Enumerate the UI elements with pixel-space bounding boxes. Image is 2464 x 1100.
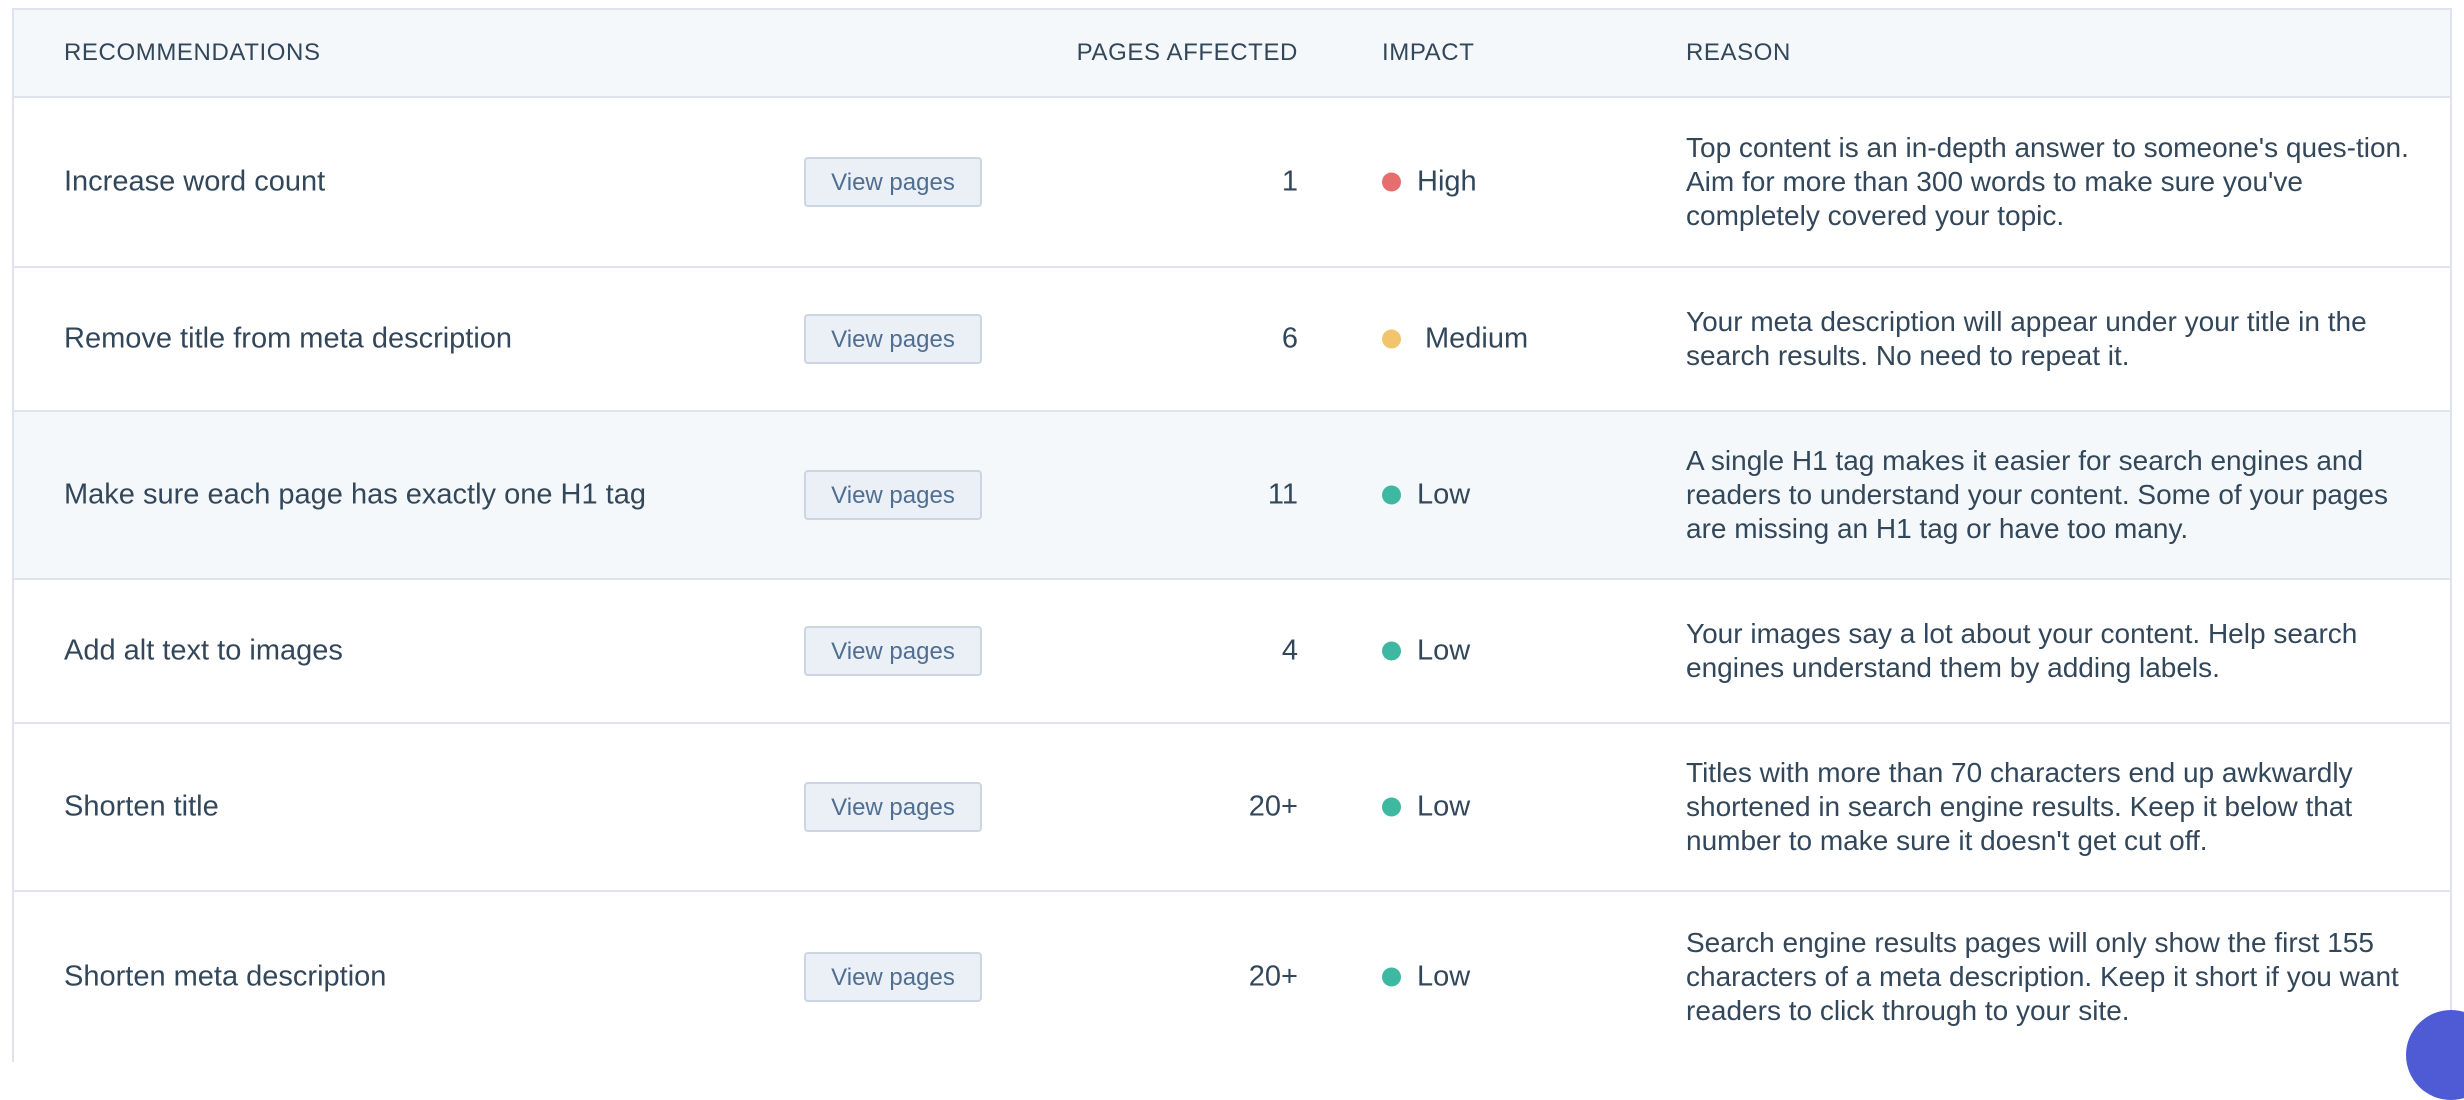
impact-indicator: Low <box>1382 635 1470 668</box>
impact-indicator: Low <box>1382 791 1470 824</box>
reason-text: Your images say a lot about your content… <box>1686 618 2358 683</box>
table-row: Shorten title View pages 20+ Low Titles … <box>14 724 2450 892</box>
impact-indicator: High <box>1382 166 1477 199</box>
impact-label: Low <box>1417 478 1471 511</box>
reason-text: A single H1 tag makes it easier for sear… <box>1686 445 2388 544</box>
impact-dot-icon <box>1382 485 1401 505</box>
view-pages-button[interactable]: View pages <box>804 314 982 364</box>
table-row: Remove title from meta description View … <box>14 268 2450 412</box>
impact-label: Low <box>1417 790 1471 823</box>
view-pages-button[interactable]: View pages <box>804 626 982 676</box>
header-recommendations[interactable]: RECOMMENDATIONS <box>64 10 321 96</box>
reason-text: Top content is an in-depth answer to som… <box>1686 132 2409 231</box>
pages-affected-count: 11 <box>1267 478 1298 511</box>
impact-label: Low <box>1417 960 1471 993</box>
impact-indicator: Low <box>1382 479 1470 512</box>
table-row: Increase word count View pages 1 High To… <box>14 98 2450 268</box>
impact-dot-icon <box>1382 967 1401 987</box>
header-reason: REASON <box>1686 39 1791 66</box>
pages-affected-count: 4 <box>1281 634 1298 667</box>
reason-text: Search engine results pages will only sh… <box>1686 927 2399 1026</box>
view-pages-button[interactable]: View pages <box>804 952 982 1002</box>
recommendation-name: Remove title from meta description <box>64 322 513 355</box>
impact-indicator: Low <box>1382 961 1470 994</box>
table-row: Add alt text to images View pages 4 Low … <box>14 580 2450 724</box>
recommendations-table: RECOMMENDATIONS PAGES AFFECTED IMPACT RE… <box>12 8 2452 1062</box>
recommendation-name: Increase word count <box>64 165 326 198</box>
impact-indicator: Medium <box>1382 323 1528 356</box>
impact-dot-icon <box>1382 641 1401 661</box>
pages-affected-count: 20+ <box>1248 960 1298 993</box>
recommendation-name: Make sure each page has exactly one H1 t… <box>64 478 646 511</box>
impact-dot-icon <box>1382 172 1401 192</box>
reason-text: Titles with more than 70 characters end … <box>1686 757 2353 856</box>
impact-dot-icon <box>1382 329 1401 349</box>
header-impact[interactable]: IMPACT <box>1382 10 1475 96</box>
reason-text: Your meta description will appear under … <box>1686 306 2367 371</box>
table-row: Make sure each page has exactly one H1 t… <box>14 412 2450 580</box>
header-pages-affected[interactable]: PAGES AFFECTED <box>1077 10 1298 96</box>
view-pages-button[interactable]: View pages <box>804 782 982 832</box>
impact-label: High <box>1417 165 1477 198</box>
pages-affected-count: 20+ <box>1248 790 1298 823</box>
recommendation-name: Shorten meta description <box>64 960 387 993</box>
recommendation-name: Shorten title <box>64 790 219 823</box>
table-header: RECOMMENDATIONS PAGES AFFECTED IMPACT RE… <box>14 10 2450 98</box>
recommendation-name: Add alt text to images <box>64 634 343 667</box>
impact-dot-icon <box>1382 797 1401 817</box>
pages-affected-count: 6 <box>1281 322 1298 355</box>
impact-label: Low <box>1417 634 1471 667</box>
view-pages-button[interactable]: View pages <box>804 470 982 520</box>
impact-label: Medium <box>1425 322 1529 355</box>
table-row: Shorten meta description View pages 20+ … <box>14 892 2450 1062</box>
pages-affected-count: 1 <box>1281 165 1298 198</box>
view-pages-button[interactable]: View pages <box>804 157 982 207</box>
